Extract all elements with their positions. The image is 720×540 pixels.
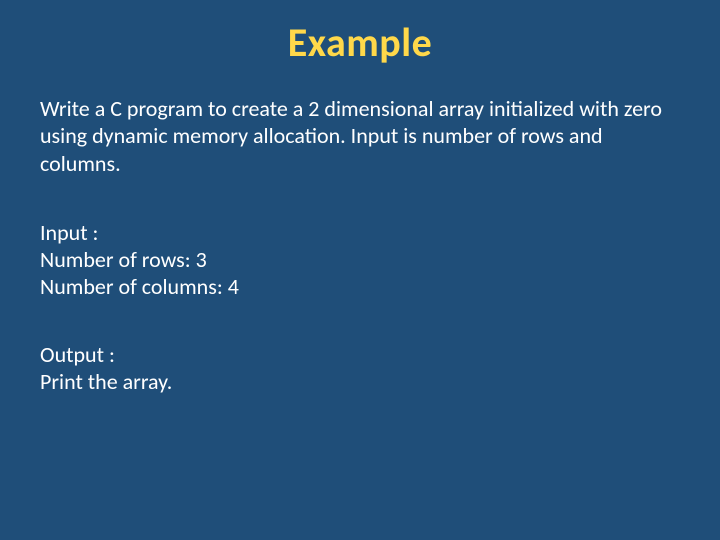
input-cols: Number of columns: 4 <box>40 273 680 300</box>
problem-description: Write a C program to create a 2 dimensio… <box>40 95 680 177</box>
slide-title: Example <box>40 18 680 67</box>
input-block: Input : Number of rows: 3 Number of colu… <box>40 219 680 301</box>
slide: Example Write a C program to create a 2 … <box>0 0 720 540</box>
input-header: Input : <box>40 219 680 246</box>
output-line: Print the array. <box>40 368 680 395</box>
slide-body: Write a C program to create a 2 dimensio… <box>40 95 680 395</box>
output-block: Output : Print the array. <box>40 341 680 396</box>
input-rows: Number of rows: 3 <box>40 246 680 273</box>
output-header: Output : <box>40 341 680 368</box>
